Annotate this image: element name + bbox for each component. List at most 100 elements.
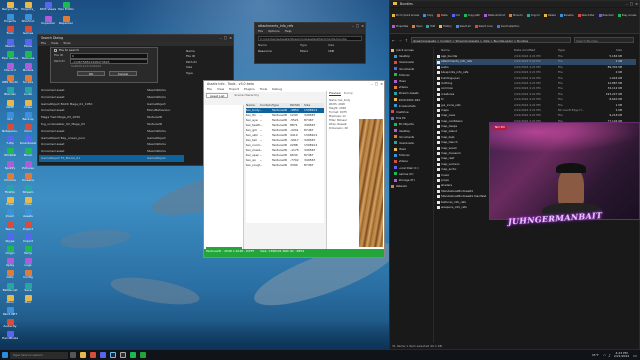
desktop-icon[interactable]: Audio [20,87,36,98]
desktop-icon[interactable]: Firefox [2,185,18,196]
desktop-icon[interactable]: Audacity [2,319,18,330]
list-item[interactable]: Unnamed asset SteamWorks [39,128,184,135]
ribbon-button[interactable]: New item [598,10,614,20]
list-item[interactable]: Unnamed asset SteamWorks [39,148,184,155]
desktop-icon[interactable]: Xbox [2,294,18,306]
menu-view[interactable]: View [51,41,58,46]
ribbon-button[interactable]: Cut [451,10,460,20]
desktop-icon[interactable]: Screens [20,172,36,184]
discord-taskbar-icon[interactable] [100,352,106,358]
desktop-icon[interactable]: Spotify [2,160,18,172]
desktop-icon[interactable]: Config [20,270,36,281]
ribbon-button[interactable]: Paste [437,10,448,20]
popup-path-field[interactable]: C:/xxx/GameAssets/StreamingAssets/attach… [258,36,362,42]
address-bar[interactable]: streamingassets > Content > StreamingAss… [411,37,572,43]
back-arrow-icon[interactable]: ← [392,38,395,43]
menu-tools[interactable]: Tools [63,41,70,46]
obs-taskbar-icon[interactable] [120,352,126,358]
desktop-icon[interactable]: Downloads [20,136,36,147]
popup-menu-file[interactable]: File [258,29,263,34]
desktop-icon[interactable]: Origin [2,246,18,257]
desktop-icon[interactable]: Recycle Bin [2,2,18,13]
ribbon-button[interactable]: Copy to [526,10,540,20]
desktop-icon[interactable]: VLC [2,111,18,123]
close-icon[interactable]: × [635,1,638,7]
desktop-icon[interactable]: GIMP [2,99,18,111]
minimize-icon[interactable]: – [626,1,628,7]
desktop-icon[interactable]: Tools [2,26,18,37]
popup-menu-options[interactable]: Options [268,29,280,34]
desktop-icon[interactable]: Music [20,148,36,159]
network-icon[interactable]: ◠ [603,353,607,358]
close-icon[interactable]: × [229,35,232,41]
clock[interactable]: 4:23 PM 2/21/2024 [614,351,629,359]
desktop-icon[interactable]: Projects [2,14,18,25]
desktop-icon[interactable]: DDS Viewer [40,2,56,14]
cancel-button[interactable]: Cancel [109,70,137,76]
ribbon-button[interactable]: Copy [423,10,433,20]
desktop-icon[interactable]: Notepad++ [2,124,18,135]
desktop-icon[interactable]: Teams [2,221,18,233]
forward-arrow-icon[interactable]: → [398,38,401,43]
up-arrow-icon[interactable]: ↑ [405,38,408,43]
av-menu-view[interactable]: View [217,87,224,92]
spotify-taskbar-icon[interactable] [130,352,136,358]
desktop-icon[interactable]: Misc [20,294,36,306]
ribbon-button[interactable]: Select none [474,21,493,31]
ribbon-button[interactable]: Easy access [617,10,636,20]
desktop-icon[interactable]: GOG [2,270,18,281]
desktop-icon[interactable]: Steam [2,38,18,50]
ribbon-button[interactable]: Rename [559,10,574,20]
tab-dump[interactable]: Dump [344,91,353,96]
col-name[interactable]: Name [436,47,514,53]
windows-start-icon[interactable] [2,352,8,358]
av-menu-tools[interactable]: Tools [260,87,267,92]
tab-preview[interactable]: Preview [329,91,341,97]
av-menu-file[interactable]: File [207,87,212,92]
maximize-icon[interactable]: □ [224,35,227,41]
ribbon-button[interactable]: Invert selection [496,21,519,31]
popup-menu-help[interactable]: Help [285,29,292,34]
desktop-icon[interactable]: Export [20,221,36,233]
nav-item[interactable]: Network [390,183,433,189]
ribbon-button[interactable]: Edit [426,21,435,31]
list-item[interactable]: fog_underwater_02_Mega_03 Texture2D [39,121,184,128]
desktop-icon[interactable]: Epic Games [2,50,18,62]
ribbon-button[interactable]: History [439,21,452,31]
weather-text[interactable]: 45°F [592,353,599,357]
notification-icon[interactable]: ▭ [633,353,637,358]
close-icon[interactable]: × [361,23,364,29]
list-item[interactable]: GameObject BACK Mega_01_1050 GameObject [39,101,184,108]
volume-icon[interactable]: ♪ [608,353,611,358]
desktop-icon[interactable]: Unpacker [40,16,56,28]
tab-scene-hierarchy[interactable]: Scene Hierarchy [231,93,262,98]
desktop-icon[interactable]: Temp [20,246,36,257]
ribbon-button[interactable]: Delete [543,10,556,20]
maximize-icon[interactable]: □ [375,81,378,87]
list-item[interactable]: Mega Tied Mega_03_1050 Texture2D [39,114,184,121]
desktop-icon[interactable]: Discord [2,63,18,74]
minimize-icon[interactable]: – [352,23,354,29]
ribbon-button[interactable]: Copy path [463,10,480,20]
desktop-icon[interactable]: Chrome [2,172,18,184]
list-item[interactable]: Unnamed asset MonoBehaviour [39,107,184,114]
desktop-icon[interactable]: Uplay [2,258,18,269]
desktop-icon[interactable]: Backup [20,111,36,123]
av-menu-export[interactable]: Export [229,87,239,92]
asset-tool-taskbar-icon[interactable] [140,352,146,358]
maximize-icon[interactable]: □ [630,1,633,7]
search-checkbox[interactable] [54,49,57,52]
desktop-icon[interactable]: Skype [2,233,18,245]
av-menu-plugins[interactable]: Plugins [244,87,255,92]
popup-row-name[interactable]: Resource [258,49,292,54]
desktop-icon[interactable]: Docs [20,124,36,135]
steam-taskbar-icon[interactable] [110,352,116,358]
col-type[interactable]: Type [558,47,592,53]
av-menu-debug[interactable]: Debug [272,87,282,92]
ribbon-button[interactable]: Move to [509,10,523,20]
desktop-icon[interactable]: Clips [20,197,36,208]
desktop-icon[interactable]: Edge [2,197,18,208]
task-view-icon[interactable] [70,352,76,358]
ribbon-button[interactable]: Open [412,21,422,31]
list-item[interactable]: Unnamed asset SteamWorks [39,87,184,94]
